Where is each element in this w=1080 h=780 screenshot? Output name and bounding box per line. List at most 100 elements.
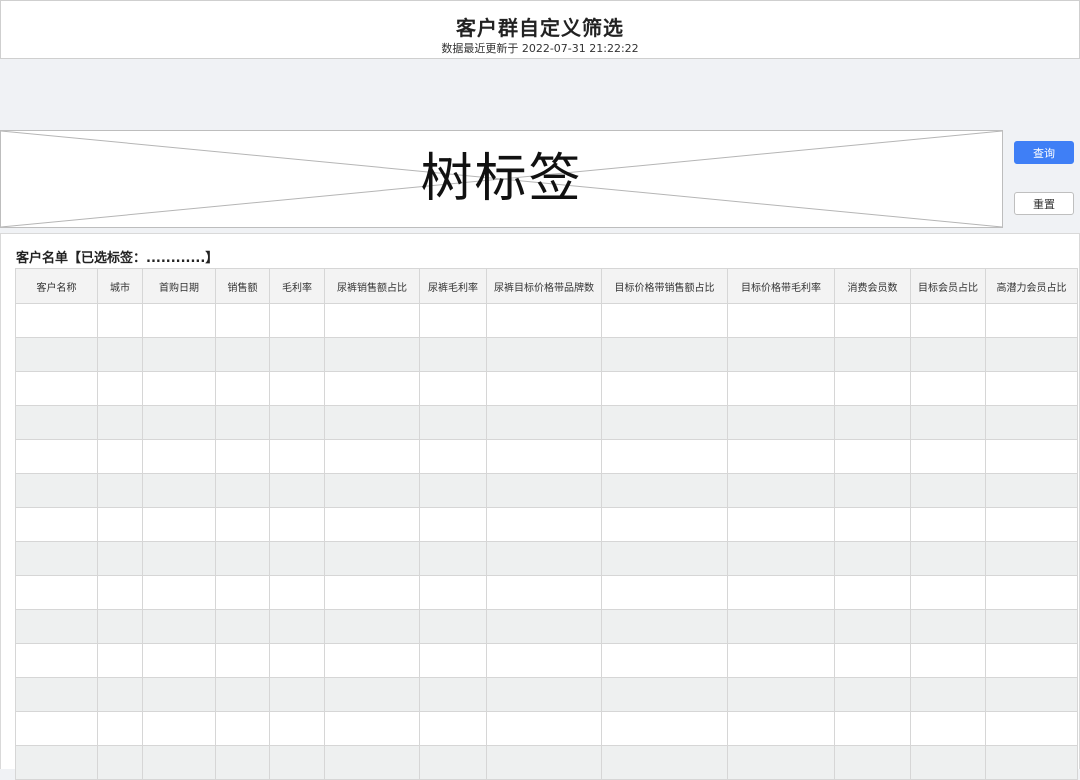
- table-cell: [324, 745, 420, 780]
- table-cell: [727, 711, 835, 746]
- table-cell: [215, 677, 270, 712]
- column-header[interactable]: 高潜力会员占比: [985, 268, 1078, 304]
- table-row[interactable]: [15, 337, 1078, 372]
- table-row[interactable]: [15, 439, 1078, 474]
- column-header[interactable]: 尿裤销售额占比: [324, 268, 420, 304]
- column-header[interactable]: 目标会员占比: [910, 268, 986, 304]
- table-cell: [727, 303, 835, 338]
- table-cell: [419, 405, 487, 440]
- table-cell: [324, 507, 420, 542]
- table-cell: [910, 337, 986, 372]
- column-header[interactable]: 毛利率: [269, 268, 325, 304]
- table-cell: [601, 405, 728, 440]
- table-row[interactable]: [15, 473, 1078, 508]
- table-cell: [324, 609, 420, 644]
- column-header[interactable]: 客户名称: [15, 268, 98, 304]
- table-cell: [324, 541, 420, 576]
- table-cell: [834, 609, 911, 644]
- table-cell: [142, 711, 216, 746]
- column-header[interactable]: 目标价格带毛利率: [727, 268, 835, 304]
- table-cell: [985, 303, 1078, 338]
- table-row[interactable]: [15, 405, 1078, 440]
- table-cell: [985, 609, 1078, 644]
- table-cell: [142, 677, 216, 712]
- table-cell: [486, 439, 602, 474]
- table-cell: [215, 507, 270, 542]
- table-cell: [985, 337, 1078, 372]
- table-cell: [15, 303, 98, 338]
- table-cell: [142, 575, 216, 610]
- table-cell: [269, 303, 325, 338]
- table-cell: [15, 439, 98, 474]
- table-cell: [269, 643, 325, 678]
- table-row[interactable]: [15, 507, 1078, 542]
- table-cell: [269, 541, 325, 576]
- column-header[interactable]: 消费会员数: [834, 268, 911, 304]
- column-header[interactable]: 城市: [97, 268, 143, 304]
- table-cell: [910, 609, 986, 644]
- table-cell: [601, 745, 728, 780]
- table-cell: [324, 337, 420, 372]
- table-cell: [215, 371, 270, 406]
- table-cell: [834, 405, 911, 440]
- table-cell: [15, 371, 98, 406]
- table-cell: [727, 473, 835, 508]
- table-cell: [215, 337, 270, 372]
- column-header[interactable]: 销售额: [215, 268, 270, 304]
- table-cell: [269, 473, 325, 508]
- table-header-row: 客户名称 城市 首购日期 销售额 毛利率 尿裤销售额占比 尿裤毛利率 尿裤目标价…: [15, 268, 1078, 304]
- table-cell: [985, 643, 1078, 678]
- table-cell: [215, 711, 270, 746]
- table-cell: [985, 711, 1078, 746]
- table-row[interactable]: [15, 575, 1078, 610]
- table-row[interactable]: [15, 677, 1078, 712]
- table-cell: [97, 337, 143, 372]
- tree-tag-panel[interactable]: 树标签: [0, 130, 1003, 228]
- table-cell: [215, 609, 270, 644]
- table-cell: [215, 473, 270, 508]
- table-cell: [142, 405, 216, 440]
- table-cell: [97, 609, 143, 644]
- table-cell: [97, 745, 143, 780]
- table-cell: [15, 711, 98, 746]
- table-cell: [834, 643, 911, 678]
- table-cell: [15, 643, 98, 678]
- table-row[interactable]: [15, 371, 1078, 406]
- column-header[interactable]: 目标价格带销售额占比: [601, 268, 728, 304]
- table-row[interactable]: [15, 609, 1078, 644]
- table-cell: [985, 405, 1078, 440]
- table-cell: [419, 337, 487, 372]
- table-row[interactable]: [15, 303, 1078, 338]
- column-header[interactable]: 尿裤目标价格带品牌数: [486, 268, 602, 304]
- table-cell: [15, 541, 98, 576]
- table-cell: [486, 575, 602, 610]
- table-row[interactable]: [15, 745, 1078, 780]
- table-cell: [727, 575, 835, 610]
- table-cell: [486, 643, 602, 678]
- table-cell: [324, 371, 420, 406]
- table-cell: [269, 609, 325, 644]
- table-cell: [142, 439, 216, 474]
- column-header[interactable]: 尿裤毛利率: [419, 268, 487, 304]
- query-button[interactable]: 查询: [1014, 141, 1074, 164]
- table-cell: [601, 541, 728, 576]
- table-cell: [142, 643, 216, 678]
- table-cell: [269, 405, 325, 440]
- update-prefix: 数据最近更新于: [441, 42, 519, 55]
- table-cell: [142, 609, 216, 644]
- column-header[interactable]: 首购日期: [142, 268, 216, 304]
- table-cell: [324, 575, 420, 610]
- table-cell: [269, 677, 325, 712]
- reset-button[interactable]: 重置: [1014, 192, 1074, 215]
- table-cell: [727, 677, 835, 712]
- table-row[interactable]: [15, 643, 1078, 678]
- table-cell: [15, 745, 98, 780]
- table-row[interactable]: [15, 541, 1078, 576]
- table-row[interactable]: [15, 711, 1078, 746]
- table-cell: [910, 541, 986, 576]
- table-cell: [215, 575, 270, 610]
- table-cell: [15, 405, 98, 440]
- table-cell: [486, 303, 602, 338]
- table-cell: [727, 337, 835, 372]
- table-cell: [269, 371, 325, 406]
